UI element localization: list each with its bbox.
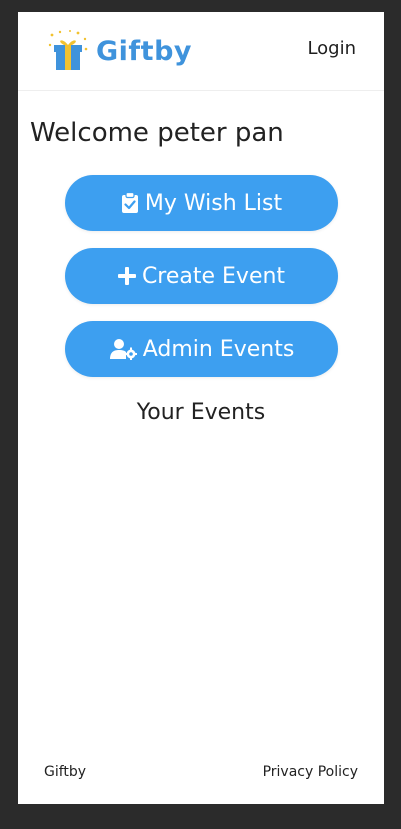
top-nav: Giftby Login xyxy=(18,12,384,91)
gift-icon xyxy=(48,30,88,70)
user-gear-icon xyxy=(109,338,137,360)
admin-events-label: Admin Events xyxy=(142,336,295,362)
privacy-policy-link[interactable]: Privacy Policy xyxy=(263,764,358,780)
your-events-heading: Your Events xyxy=(136,400,266,425)
create-event-label: Create Event xyxy=(141,263,286,289)
create-event-button[interactable]: Create Event xyxy=(65,248,338,304)
my-wish-list-label: My Wish List xyxy=(144,190,283,216)
footer-brand: Giftby xyxy=(44,764,87,780)
app-screen: Giftby Login Welcome peter pan My Wish L… xyxy=(18,12,384,804)
admin-events-button[interactable]: Admin Events xyxy=(65,321,338,377)
login-link[interactable]: Login xyxy=(307,38,356,59)
brand-name: Giftby xyxy=(96,35,192,67)
clipboard-check-icon xyxy=(121,192,139,214)
welcome-message: Welcome peter pan xyxy=(30,118,284,148)
my-wish-list-button[interactable]: My Wish List xyxy=(65,175,338,231)
brand-logo[interactable]: Giftby xyxy=(46,26,192,76)
plus-icon xyxy=(117,267,136,285)
